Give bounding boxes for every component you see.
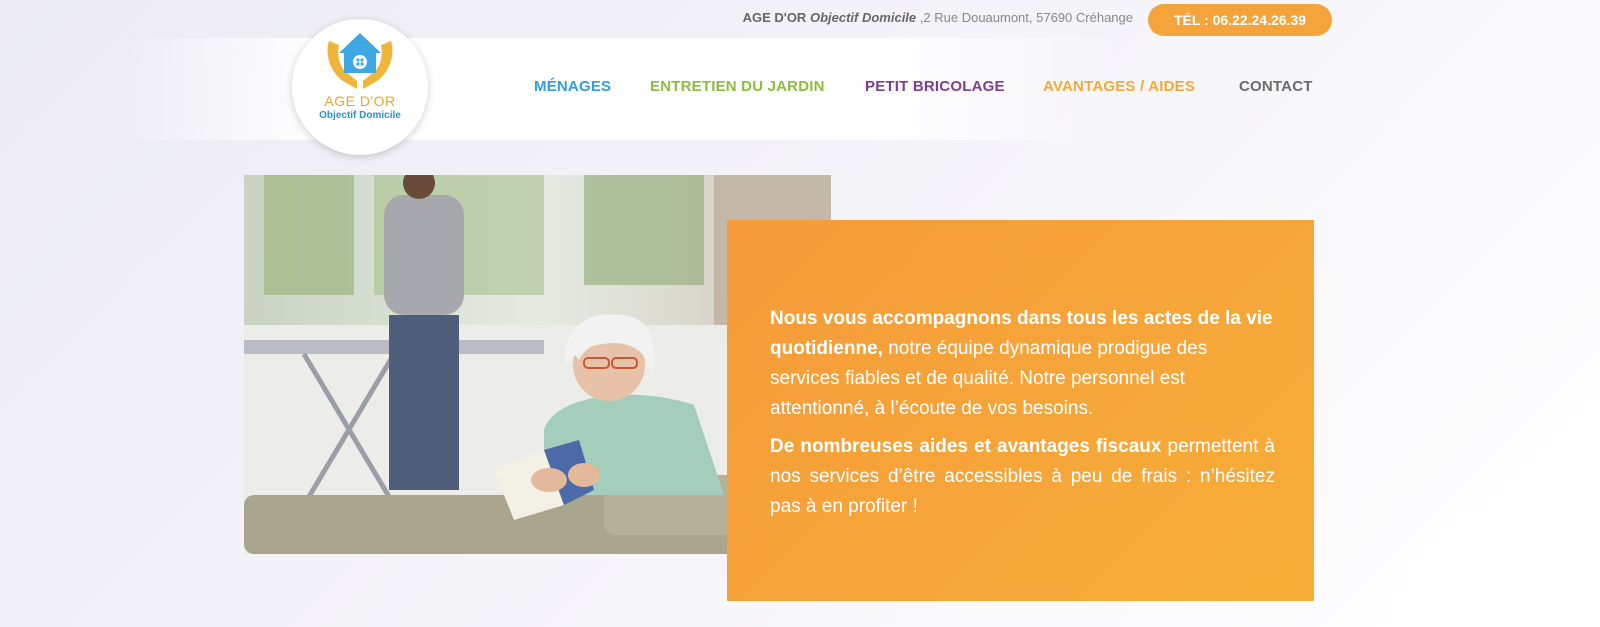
address-text: ,2 Rue Douaumont, 57690 Créhange [919, 10, 1133, 25]
main-nav: MÉNAGES ENTRETIEN DU JARDIN PETIT BRICOL… [0, 78, 1600, 98]
nav-item-menages[interactable]: MÉNAGES [534, 78, 611, 95]
top-bar: AGE D'OR Objectif Domicile ,2 Rue Douaum… [0, 0, 1600, 38]
brand-name: AGE D'OR [742, 10, 807, 25]
nav-item-avantages-aides[interactable]: AVANTAGES / AIDES [1043, 78, 1195, 95]
phone-button[interactable]: TÉL : 06.22.24.26.39 [1148, 4, 1332, 36]
intro-highlight-2: De nombreuses aides et avantages fiscaux [770, 436, 1162, 457]
logo-subtitle: Objectif Domicile [319, 110, 401, 121]
company-address: AGE D'OR Objectif Domicile ,2 Rue Douaum… [743, 10, 1133, 25]
intro-paragraph-1: Nous vous accompagnons dans tous les act… [770, 304, 1275, 424]
brand-tagline: Objectif Domicile [809, 10, 917, 25]
intro-paragraph-2: De nombreuses aides et avantages fiscaux… [770, 432, 1275, 522]
intro-card: Nous vous accompagnons dans tous les act… [727, 220, 1314, 601]
nav-item-entretien-jardin[interactable]: ENTRETIEN DU JARDIN [650, 78, 825, 95]
nav-item-petit-bricolage[interactable]: PETIT BRICOLAGE [865, 78, 1005, 95]
nav-item-contact[interactable]: CONTACT [1239, 78, 1313, 95]
